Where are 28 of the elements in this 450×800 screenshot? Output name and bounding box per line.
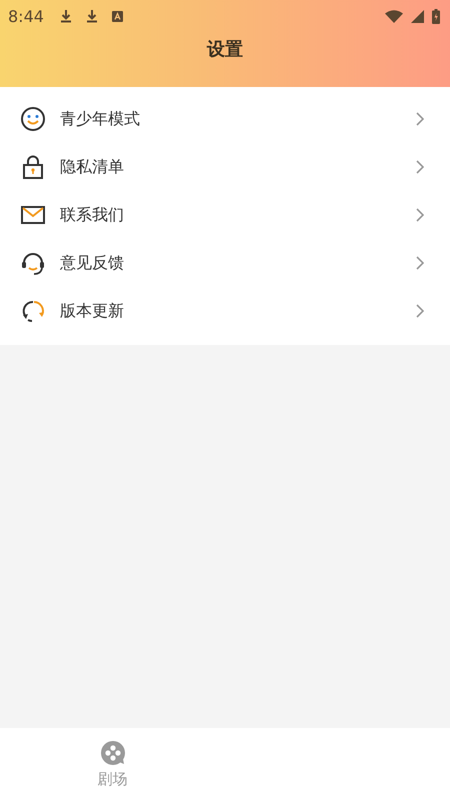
headset-icon <box>20 250 46 276</box>
settings-item[interactable]: 青少年模式 <box>0 95 450 143</box>
chevron-right-icon <box>416 112 424 126</box>
status-time: 8:44 <box>8 6 44 26</box>
chevron-right-icon <box>416 208 424 222</box>
chevron-right-icon <box>416 304 424 318</box>
download-icon <box>60 9 72 23</box>
settings-item-label: 版本更新 <box>60 300 125 322</box>
signal-icon <box>411 10 424 22</box>
keyboard-icon <box>112 10 123 22</box>
chevron-right-icon <box>416 256 424 270</box>
wifi-icon <box>385 10 403 22</box>
smiley-icon <box>20 106 46 132</box>
settings-item-label: 青少年模式 <box>60 108 141 130</box>
settings-item-label: 隐私清单 <box>60 156 125 178</box>
download-icon <box>86 9 98 23</box>
settings-item[interactable]: 意见反馈 <box>0 239 450 287</box>
chevron-right-icon <box>416 160 424 174</box>
battery-icon <box>432 8 440 24</box>
settings-item-label: 联系我们 <box>60 204 125 226</box>
settings-item[interactable]: 联系我们 <box>0 191 450 239</box>
lock-icon <box>20 154 46 180</box>
film-reel-icon <box>100 740 126 766</box>
refresh-icon <box>20 298 46 324</box>
settings-item[interactable]: 版本更新 <box>0 287 450 335</box>
settings-item-label: 意见反馈 <box>60 252 125 274</box>
page-title: 设置 <box>206 38 244 61</box>
settings-item[interactable]: 隐私清单 <box>0 143 450 191</box>
